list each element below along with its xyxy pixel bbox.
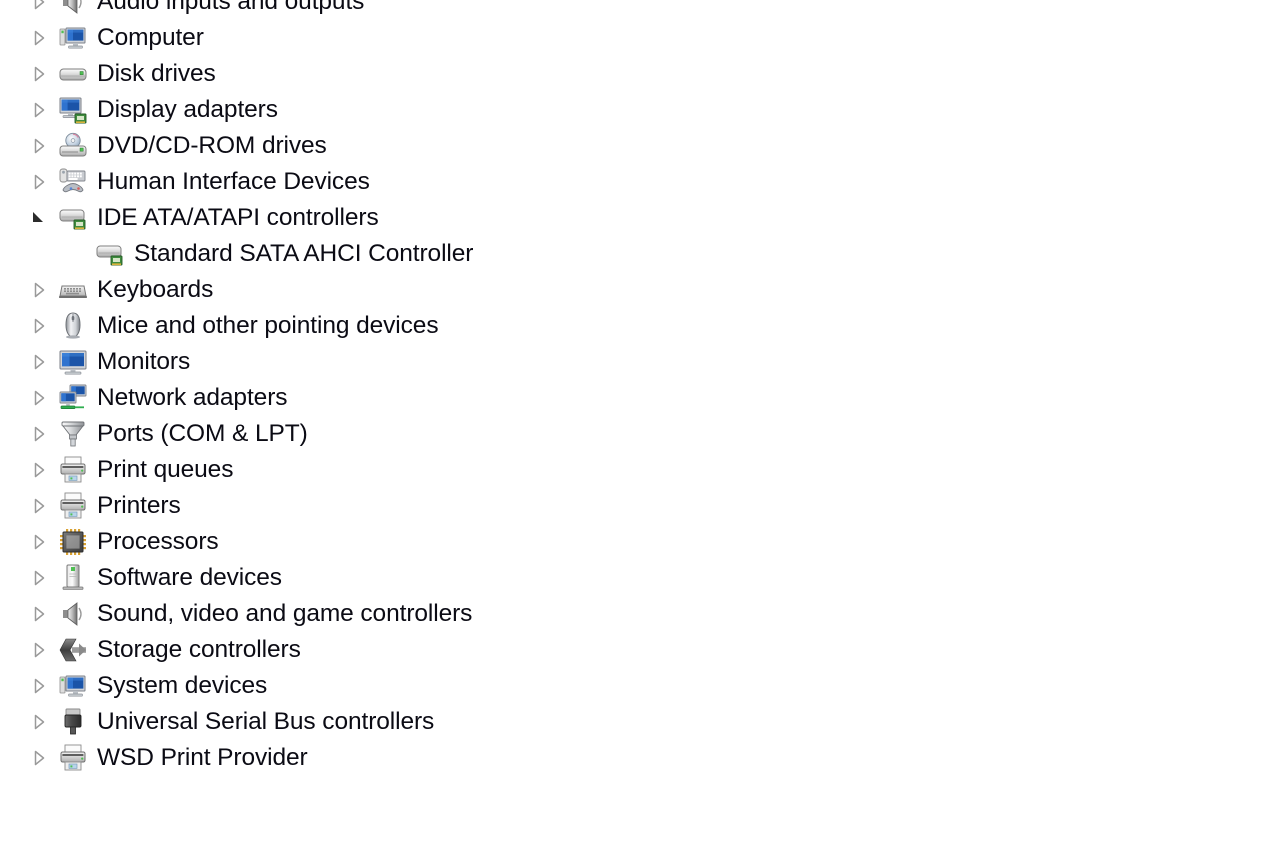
device-tree-row[interactable]: System devices (0, 668, 1281, 704)
device-tree-label[interactable]: Print queues (97, 452, 233, 488)
expander-collapsed-icon[interactable] (29, 640, 49, 660)
printer-icon (58, 455, 88, 485)
device-tree-label[interactable]: Human Interface Devices (97, 164, 370, 200)
device-tree-label[interactable]: DVD/CD-ROM drives (97, 128, 327, 164)
device-tree-row[interactable]: Disk drives (0, 56, 1281, 92)
device-tree-label[interactable]: Sound, video and game controllers (97, 596, 472, 632)
device-tree-row[interactable]: Monitors (0, 344, 1281, 380)
processor-icon (58, 527, 88, 557)
hid-icon (58, 167, 88, 197)
monitor-icon (58, 347, 88, 377)
device-tree-row[interactable]: Computer (0, 20, 1281, 56)
device-tree-row[interactable]: Software devices (0, 560, 1281, 596)
device-tree-label[interactable]: Disk drives (97, 56, 216, 92)
network-adapter-icon (58, 383, 88, 413)
device-tree-row[interactable]: Universal Serial Bus controllers (0, 704, 1281, 740)
device-tree-label[interactable]: System devices (97, 668, 267, 704)
expander-collapsed-icon[interactable] (29, 280, 49, 300)
device-tree-label[interactable]: Processors (97, 524, 219, 560)
device-tree-label[interactable]: IDE ATA/ATAPI controllers (97, 200, 379, 236)
mouse-icon (58, 311, 88, 341)
device-tree-row[interactable]: Storage controllers (0, 632, 1281, 668)
computer-icon (58, 671, 88, 701)
computer-icon (58, 23, 88, 53)
expander-collapsed-icon[interactable] (29, 712, 49, 732)
device-tree-row[interactable]: Display adapters (0, 92, 1281, 128)
device-tree-label[interactable]: Storage controllers (97, 632, 301, 668)
device-tree-label[interactable]: Display adapters (97, 92, 278, 128)
expander-collapsed-icon[interactable] (29, 136, 49, 156)
expander-collapsed-icon[interactable] (29, 28, 49, 48)
expander-collapsed-icon[interactable] (29, 424, 49, 444)
speaker-icon (58, 599, 88, 629)
expander-collapsed-icon[interactable] (29, 388, 49, 408)
expander-collapsed-icon[interactable] (29, 496, 49, 516)
expander-collapsed-icon[interactable] (29, 568, 49, 588)
device-tree-label[interactable]: Universal Serial Bus controllers (97, 704, 434, 740)
device-tree-label[interactable]: Standard SATA AHCI Controller (134, 236, 473, 272)
speaker-icon (58, 0, 88, 17)
printer-icon (58, 743, 88, 773)
device-manager-tree[interactable]: Audio inputs and outputs Computer Disk d… (0, 0, 1281, 866)
disk-drive-icon (58, 59, 88, 89)
device-tree-label[interactable]: Audio inputs and outputs (97, 0, 364, 20)
storage-controller-icon (58, 635, 88, 665)
device-tree-row[interactable]: Network adapters (0, 380, 1281, 416)
device-tree-label[interactable]: Network adapters (97, 380, 288, 416)
device-tree-row[interactable]: IDE ATA/ATAPI controllers (0, 200, 1281, 236)
device-tree-row[interactable]: WSD Print Provider (0, 740, 1281, 776)
expander-collapsed-icon[interactable] (29, 604, 49, 624)
usb-icon (58, 707, 88, 737)
device-tree-label[interactable]: WSD Print Provider (97, 740, 308, 776)
expander-collapsed-icon[interactable] (29, 352, 49, 372)
software-device-icon (58, 563, 88, 593)
expander-collapsed-icon[interactable] (29, 100, 49, 120)
expander-collapsed-icon[interactable] (29, 676, 49, 696)
device-tree-row[interactable]: Printers (0, 488, 1281, 524)
device-tree-label[interactable]: Keyboards (97, 272, 213, 308)
expander-expanded-icon[interactable] (29, 208, 49, 228)
expander-collapsed-icon[interactable] (29, 460, 49, 480)
expander-collapsed-icon[interactable] (29, 532, 49, 552)
device-tree-row[interactable]: Standard SATA AHCI Controller (0, 236, 1281, 272)
device-tree-row[interactable]: Keyboards (0, 272, 1281, 308)
printer-icon (58, 491, 88, 521)
port-icon (58, 419, 88, 449)
device-tree-label[interactable]: Computer (97, 20, 204, 56)
device-tree-row[interactable]: Human Interface Devices (0, 164, 1281, 200)
keyboard-icon (58, 275, 88, 305)
device-tree-row[interactable]: Ports (COM & LPT) (0, 416, 1281, 452)
expander-collapsed-icon[interactable] (29, 64, 49, 84)
device-tree-label[interactable]: Printers (97, 488, 181, 524)
device-tree-row[interactable]: Print queues (0, 452, 1281, 488)
dvd-drive-icon (58, 131, 88, 161)
expander-collapsed-icon[interactable] (29, 316, 49, 336)
ide-controller-icon (58, 203, 88, 233)
device-tree-label[interactable]: Monitors (97, 344, 190, 380)
device-tree-label[interactable]: Ports (COM & LPT) (97, 416, 308, 452)
expander-collapsed-icon[interactable] (29, 748, 49, 768)
expander-collapsed-icon[interactable] (29, 172, 49, 192)
device-tree-row[interactable]: Mice and other pointing devices (0, 308, 1281, 344)
device-tree-row[interactable]: DVD/CD-ROM drives (0, 128, 1281, 164)
expander-collapsed-icon[interactable] (29, 0, 49, 12)
device-tree-label[interactable]: Software devices (97, 560, 282, 596)
device-tree-row[interactable]: Sound, video and game controllers (0, 596, 1281, 632)
device-tree-row[interactable]: Audio inputs and outputs (0, 0, 1281, 20)
device-tree-row[interactable]: Processors (0, 524, 1281, 560)
ide-controller-icon (95, 239, 125, 269)
device-tree-label[interactable]: Mice and other pointing devices (97, 308, 439, 344)
display-adapter-icon (58, 95, 88, 125)
